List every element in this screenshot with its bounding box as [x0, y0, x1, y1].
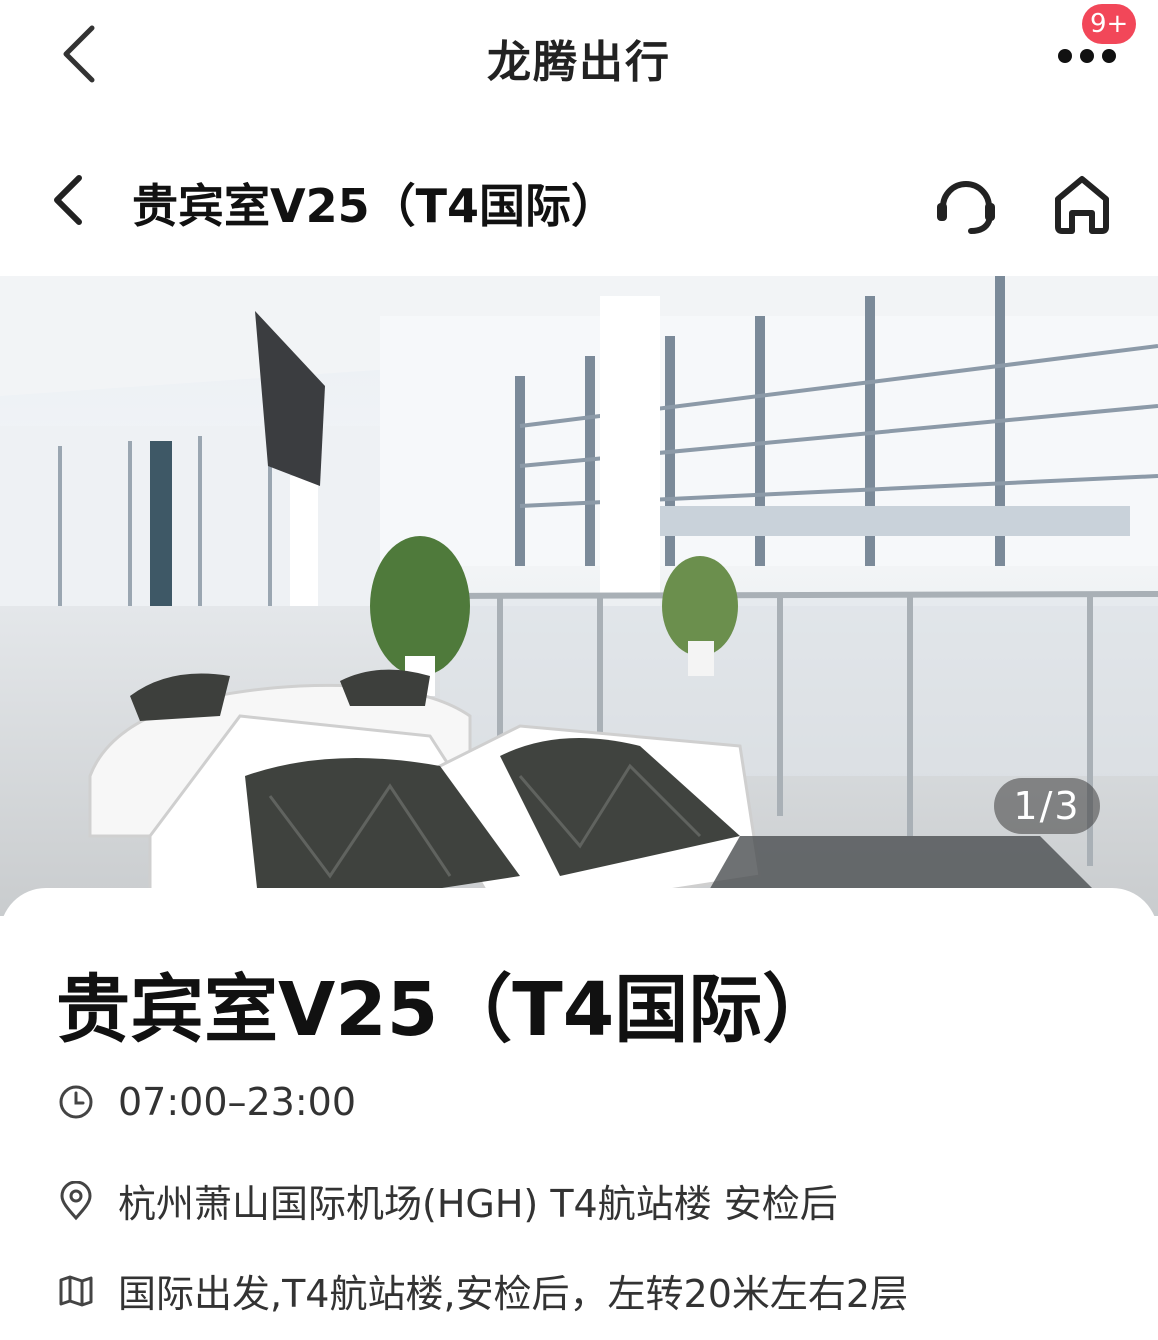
lounge-info-card: 贵宾室V25（T4国际） 07:00–23:00 杭州萧山国际机场(HGH) T…	[0, 888, 1158, 1340]
lounge-photo-illustration	[0, 276, 1158, 916]
page-header: 贵宾室V25（T4国际）	[0, 140, 1158, 260]
chevron-left-icon	[54, 175, 82, 225]
home-button[interactable]	[1046, 168, 1118, 240]
lounge-photo[interactable]	[0, 276, 1158, 916]
home-icon	[1055, 176, 1109, 234]
directions: 国际出发,T4航站楼,安检后，左转20米左右2层	[118, 1272, 909, 1316]
customer-service-button[interactable]	[930, 168, 1002, 240]
clock-icon	[56, 1082, 96, 1122]
map-icon	[56, 1271, 96, 1311]
directions-row: 国际出发,T4航站楼,安检后，左转20米左右2层	[56, 1263, 908, 1318]
gallery-counter: 1/3	[994, 778, 1100, 834]
page-title: 贵宾室V25（T4国际）	[132, 179, 617, 233]
app-title: 龙腾出行	[487, 37, 671, 88]
page-back-button[interactable]	[40, 168, 96, 232]
notification-badge: 9+	[1082, 4, 1137, 44]
app-bar: 龙腾出行 9+	[0, 0, 1158, 112]
opening-hours: 07:00–23:00	[118, 1080, 357, 1124]
opening-hours-row: 07:00–23:00	[56, 1080, 356, 1124]
more-dots-icon	[1058, 49, 1116, 63]
headset-icon	[937, 181, 995, 234]
address: 杭州萧山国际机场(HGH) T4航站楼 安检后	[118, 1182, 838, 1226]
lounge-name: 贵宾室V25（T4国际）	[56, 967, 837, 1053]
location-pin-icon	[56, 1180, 96, 1221]
address-row[interactable]: 杭州萧山国际机场(HGH) T4航站楼 安检后	[56, 1173, 838, 1228]
